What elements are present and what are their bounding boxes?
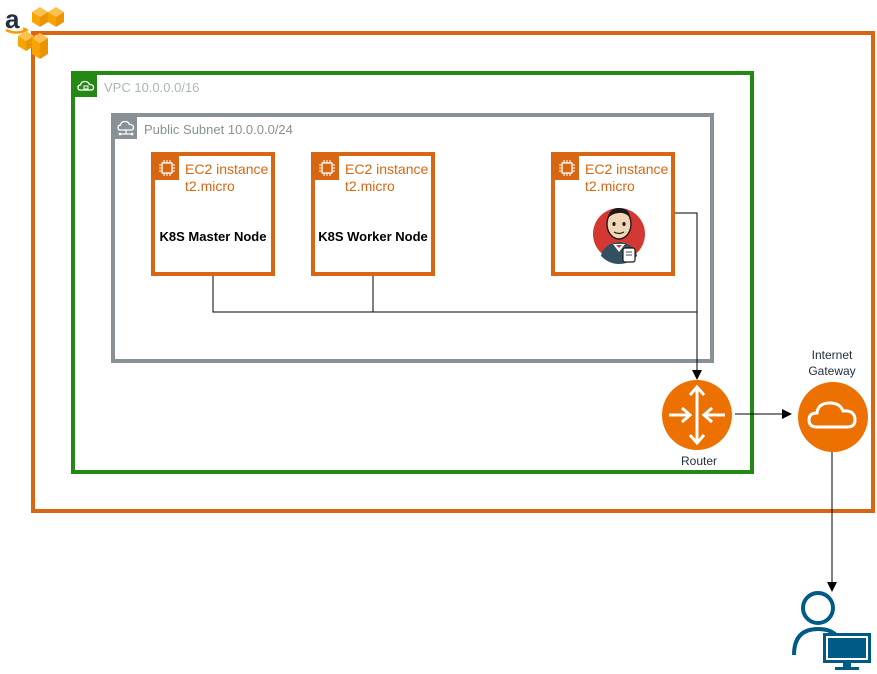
- master-to-router-line: [212, 276, 697, 313]
- router-label: Router: [680, 454, 718, 468]
- architecture-diagram: a VPC 10.0.0.0/16 Public Subnet 10.0.0.0…: [0, 0, 877, 674]
- user-computer-icon[interactable]: [790, 591, 874, 671]
- router-icon[interactable]: [661, 379, 733, 451]
- jenkins-to-router-line: [675, 212, 702, 380]
- internet-gateway-icon[interactable]: [797, 381, 869, 453]
- internet-gateway-label: Internet Gateway: [808, 348, 856, 378]
- connections-layer: [212, 212, 837, 592]
